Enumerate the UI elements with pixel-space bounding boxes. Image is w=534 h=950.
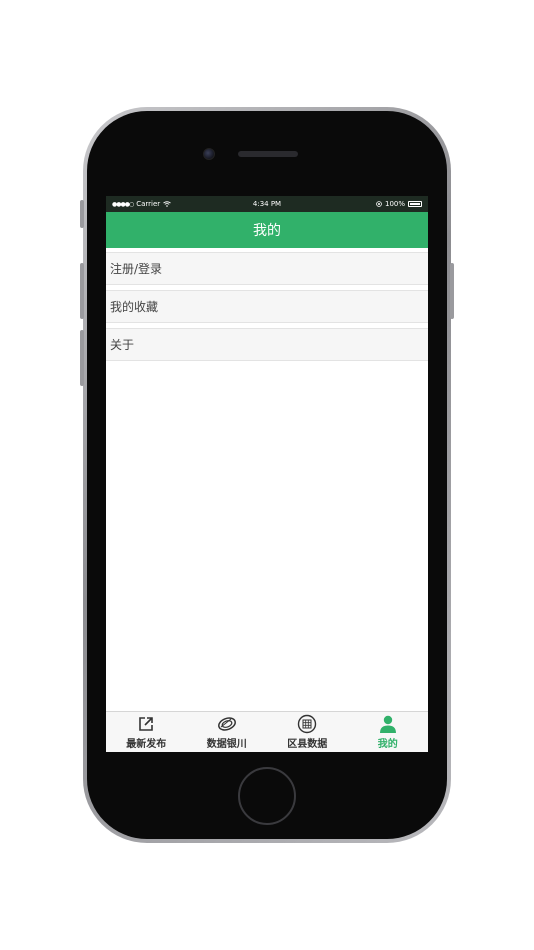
tab-latest[interactable]: 最新发布 xyxy=(106,712,187,752)
grid-circle-icon xyxy=(298,714,317,734)
menu-item-label: 我的收藏 xyxy=(110,300,159,314)
earpiece-speaker xyxy=(238,151,298,157)
menu-item-label: 关于 xyxy=(110,338,135,352)
tab-label: 数据银川 xyxy=(206,739,247,750)
signal-strength-icon: ●●●●○ xyxy=(112,200,134,208)
tab-label: 最新发布 xyxy=(126,739,167,750)
tab-label: 我的 xyxy=(377,739,398,750)
person-icon xyxy=(379,715,396,733)
carrier-label: Carrier xyxy=(136,200,161,208)
power-button xyxy=(450,263,454,319)
navigation-bar: 我的 xyxy=(106,212,428,248)
volume-up-button xyxy=(80,263,84,319)
menu-item-favorites[interactable]: 我的收藏 xyxy=(106,290,428,323)
share-external-icon xyxy=(139,717,154,731)
tab-data-yinchuan[interactable]: 数据银川 xyxy=(187,712,268,752)
page-title: 我的 xyxy=(253,223,281,239)
battery-percent: 100% xyxy=(384,200,405,208)
front-camera xyxy=(203,148,215,160)
status-left: ●●●●○ Carrier xyxy=(112,200,171,208)
menu-list: 注册/登录 我的收藏 关于 xyxy=(106,248,428,361)
screen: ●●●●○ Carrier 4:34 PM 100% 我的 注册/登录 我的收藏 xyxy=(106,196,428,752)
mute-switch xyxy=(80,200,84,228)
volume-down-button xyxy=(80,330,84,386)
ring-logo-icon xyxy=(217,717,236,731)
tab-label: 区县数据 xyxy=(287,739,328,750)
status-bar: ●●●●○ Carrier 4:34 PM 100% xyxy=(106,196,428,212)
menu-item-about[interactable]: 关于 xyxy=(106,328,428,361)
wifi-icon xyxy=(163,201,171,207)
tab-bar: 最新发布 数据银川 区县数据 我的 xyxy=(106,711,428,752)
home-button[interactable] xyxy=(238,767,296,825)
menu-item-label: 注册/登录 xyxy=(110,262,163,276)
tab-county-data[interactable]: 区县数据 xyxy=(267,712,348,752)
tab-mine[interactable]: 我的 xyxy=(348,712,429,752)
battery-icon xyxy=(408,201,422,207)
location-lock-icon xyxy=(376,201,382,207)
menu-item-register-login[interactable]: 注册/登录 xyxy=(106,252,428,285)
status-right: 100% xyxy=(376,200,422,208)
